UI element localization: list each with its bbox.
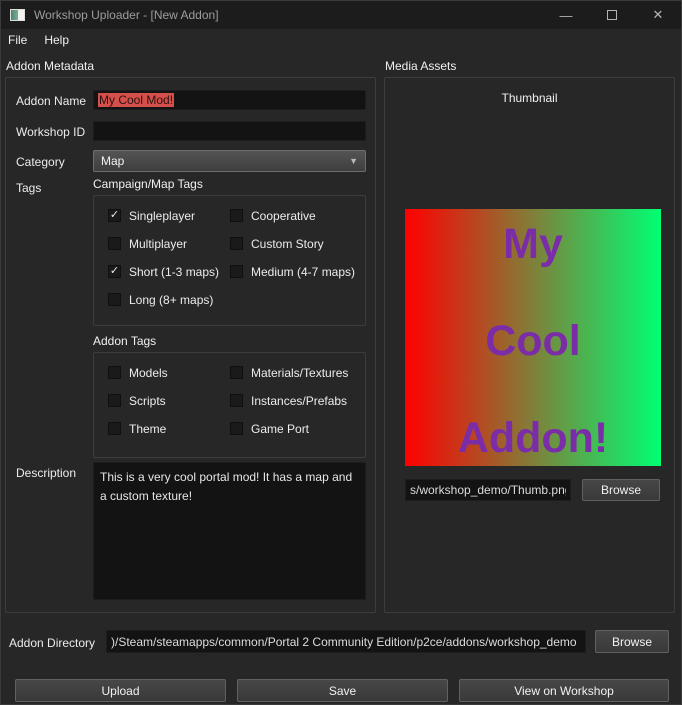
tag-short[interactable]: Short (1-3 maps) <box>108 265 230 278</box>
checkbox-instances-prefabs[interactable] <box>230 394 243 407</box>
titlebar: Workshop Uploader - [New Addon] — ✕ <box>1 1 681 29</box>
checkbox-game-port[interactable] <box>230 422 243 435</box>
checkbox-singleplayer[interactable] <box>108 209 121 222</box>
addon-metadata-section: Addon Metadata Addon Name My Cool Mod! W… <box>5 59 376 613</box>
minimize-button[interactable]: — <box>543 1 589 29</box>
metadata-frame: Addon Name My Cool Mod! Workshop ID Cate… <box>5 77 376 613</box>
maximize-icon <box>607 10 617 20</box>
workshop-id-label: Workshop ID <box>16 125 85 139</box>
campaign-map-tags-frame: Singleplayer Cooperative Multiplayer <box>93 195 366 326</box>
tag-singleplayer[interactable]: Singleplayer <box>108 209 230 222</box>
view-on-workshop-button[interactable]: View on Workshop <box>459 679 669 702</box>
campaign-map-tags-group: Campaign/Map Tags Singleplayer Cooperati… <box>93 177 366 326</box>
media-section-title: Media Assets <box>384 59 675 77</box>
workshop-id-input[interactable] <box>93 121 366 141</box>
tag-models[interactable]: Models <box>108 366 230 379</box>
tag-materials-textures[interactable]: Materials/Textures <box>230 366 361 379</box>
tag-custom-story[interactable]: Custom Story <box>230 237 361 250</box>
tag-instances-prefabs[interactable]: Instances/Prefabs <box>230 394 361 407</box>
checkbox-theme[interactable] <box>108 422 121 435</box>
menu-help[interactable]: Help <box>44 33 69 47</box>
thumbnail-label: Thumbnail <box>385 91 674 105</box>
directory-browse-button[interactable]: Browse <box>595 630 669 653</box>
addon-directory-label: Addon Directory <box>9 636 95 650</box>
app-icon <box>10 9 25 21</box>
thumbnail-preview-image: My Cool Addon! <box>405 209 661 466</box>
tag-medium[interactable]: Medium (4-7 maps) <box>230 265 361 278</box>
checkbox-short[interactable] <box>108 265 121 278</box>
category-select[interactable]: Map ▼ <box>93 150 366 172</box>
thumbnail-text-line: My <box>503 223 563 266</box>
addon-tags-frame: Models Materials/Textures Scripts I <box>93 352 366 458</box>
tags-label: Tags <box>16 181 41 195</box>
checkbox-materials-textures[interactable] <box>230 366 243 379</box>
tag-multiplayer[interactable]: Multiplayer <box>108 237 230 250</box>
category-label: Category <box>16 155 65 169</box>
category-value: Map <box>101 154 124 168</box>
addon-name-value: My Cool Mod! <box>98 93 174 107</box>
checkbox-cooperative[interactable] <box>230 209 243 222</box>
thumbnail-text-line: Cool <box>485 320 581 363</box>
addon-tags-group: Addon Tags Models Materials/Textures <box>93 334 366 458</box>
tag-theme[interactable]: Theme <box>108 422 230 435</box>
window-controls: — ✕ <box>543 1 681 29</box>
checkbox-multiplayer[interactable] <box>108 237 121 250</box>
checkbox-custom-story[interactable] <box>230 237 243 250</box>
checkbox-medium[interactable] <box>230 265 243 278</box>
maximize-button[interactable] <box>589 1 635 29</box>
chevron-down-icon: ▼ <box>349 156 358 166</box>
tag-scripts[interactable]: Scripts <box>108 394 230 407</box>
window-title: Workshop Uploader - [New Addon] <box>34 8 219 22</box>
addon-name-label: Addon Name <box>16 94 86 108</box>
menu-file[interactable]: File <box>8 33 27 47</box>
campaign-map-tags-title: Campaign/Map Tags <box>93 177 366 195</box>
upload-button[interactable]: Upload <box>15 679 226 702</box>
media-assets-section: Media Assets Thumbnail My Cool Addon! Br… <box>384 59 675 613</box>
tag-cooperative[interactable]: Cooperative <box>230 209 361 222</box>
metadata-section-title: Addon Metadata <box>5 59 376 77</box>
save-button[interactable]: Save <box>237 679 448 702</box>
thumbnail-path-input[interactable] <box>405 479 571 501</box>
tag-long[interactable]: Long (8+ maps) <box>108 293 230 306</box>
app-window: Workshop Uploader - [New Addon] — ✕ File… <box>0 0 682 705</box>
checkbox-scripts[interactable] <box>108 394 121 407</box>
checkbox-long[interactable] <box>108 293 121 306</box>
addon-tags-title: Addon Tags <box>93 334 366 352</box>
thumbnail-browse-button[interactable]: Browse <box>582 479 660 501</box>
media-frame: Thumbnail My Cool Addon! Browse <box>384 77 675 613</box>
thumbnail-text-line: Addon! <box>458 417 608 460</box>
description-label: Description <box>16 466 76 480</box>
menubar: File Help <box>1 29 681 51</box>
description-textarea[interactable]: This is a very cool portal mod! It has a… <box>93 462 366 600</box>
campaign-tags-grid: Singleplayer Cooperative Multiplayer <box>94 196 365 306</box>
addon-directory-input[interactable] <box>106 630 586 653</box>
addon-name-input[interactable]: My Cool Mod! <box>93 90 366 110</box>
addon-tags-grid: Models Materials/Textures Scripts I <box>94 353 365 435</box>
checkbox-models[interactable] <box>108 366 121 379</box>
close-button[interactable]: ✕ <box>635 1 681 29</box>
tag-game-port[interactable]: Game Port <box>230 422 361 435</box>
